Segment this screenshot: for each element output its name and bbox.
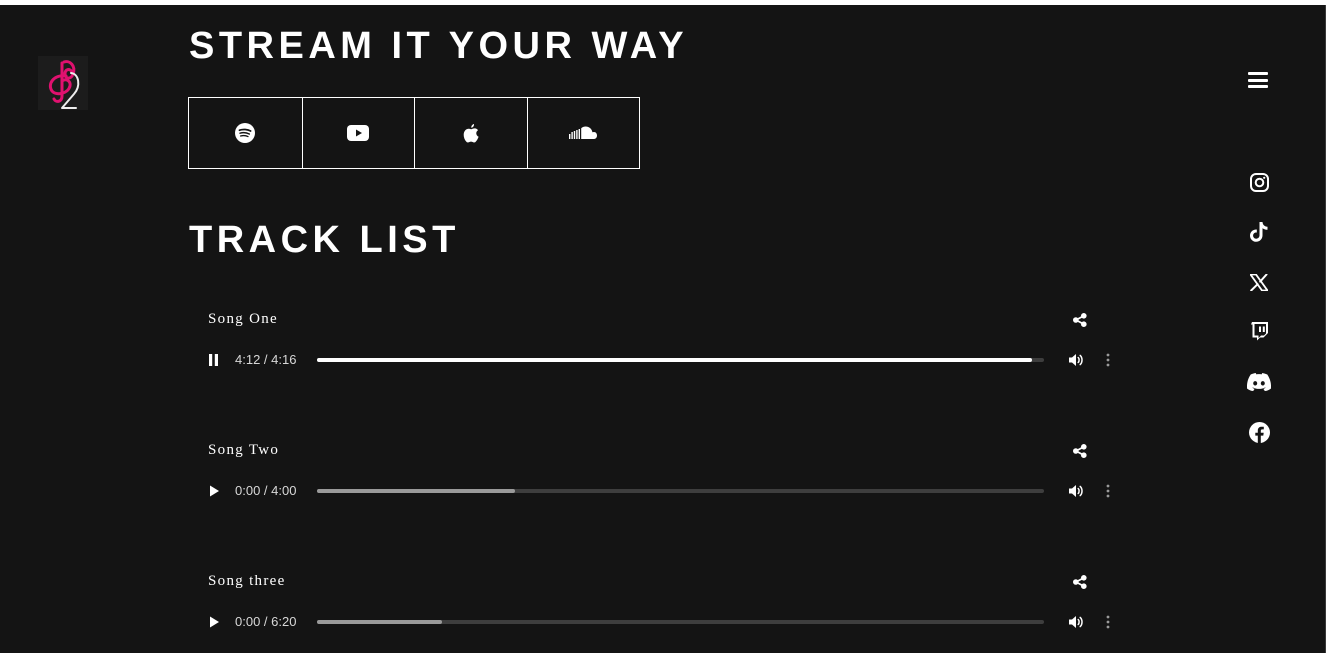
pause-icon — [209, 354, 218, 366]
menu-bar — [1248, 72, 1268, 75]
volume-icon — [1069, 616, 1083, 628]
time-display: 0:00 / 6:20 — [235, 614, 297, 629]
discord-icon — [1247, 373, 1271, 391]
x-link[interactable] — [1246, 269, 1272, 295]
play-button[interactable] — [207, 484, 221, 498]
play-icon — [210, 616, 219, 628]
share-button[interactable] — [1072, 312, 1088, 328]
x-icon — [1250, 273, 1268, 291]
audio-player: 4:12 / 4:16 — [200, 345, 1120, 375]
seek-buffered — [317, 620, 443, 624]
more-vertical-icon — [1106, 615, 1110, 629]
track-item: Song One 4:12 / 4:16 — [200, 311, 1120, 391]
play-button[interactable] — [207, 615, 221, 629]
seek-progress — [317, 358, 1033, 362]
tiktok-link[interactable] — [1246, 219, 1272, 245]
track-title: Song three — [208, 573, 286, 589]
seek-bar[interactable] — [317, 620, 1044, 624]
volume-button[interactable] — [1068, 352, 1084, 368]
menu-bar — [1248, 78, 1268, 82]
share-icon — [1073, 444, 1087, 458]
volume-button[interactable] — [1068, 614, 1084, 630]
share-icon — [1073, 575, 1087, 589]
instagram-icon — [1249, 172, 1269, 192]
more-options-button[interactable] — [1105, 614, 1111, 630]
twitch-link[interactable] — [1246, 319, 1272, 345]
seek-buffered — [317, 489, 516, 493]
more-vertical-icon — [1106, 353, 1110, 367]
pause-button[interactable] — [207, 353, 221, 367]
tiktok-icon — [1250, 222, 1268, 242]
apple-icon — [463, 123, 479, 143]
stream-heading: STREAM IT YOUR WAY — [189, 25, 689, 67]
volume-icon — [1069, 485, 1083, 497]
logo[interactable] — [38, 56, 88, 110]
track-list-heading: TRACK LIST — [189, 219, 460, 261]
track-title: Song Two — [208, 442, 280, 458]
menu-bar — [1248, 85, 1268, 88]
hamburger-menu-icon[interactable] — [1248, 72, 1268, 90]
share-button[interactable] — [1072, 443, 1088, 459]
spotify-link[interactable] — [189, 98, 303, 168]
apple-music-link[interactable] — [415, 98, 528, 168]
soundcloud-icon — [569, 126, 598, 139]
spotify-icon — [235, 123, 256, 143]
play-icon — [210, 485, 219, 497]
twitch-icon — [1251, 322, 1268, 341]
share-button[interactable] — [1072, 574, 1088, 590]
page: STREAM IT YOUR WAY TRACK LIST Song One 4… — [0, 5, 1326, 653]
track-title: Song One — [208, 311, 278, 327]
stream-platforms — [188, 97, 640, 169]
treble-clef-logo-icon — [38, 56, 88, 110]
volume-icon — [1069, 354, 1083, 366]
facebook-link[interactable] — [1246, 419, 1272, 445]
track-item: Song three 0:00 / 6:20 — [200, 573, 1120, 653]
discord-link[interactable] — [1246, 369, 1272, 395]
audio-player: 0:00 / 6:20 — [200, 607, 1120, 637]
time-display: 4:12 / 4:16 — [235, 352, 297, 367]
volume-button[interactable] — [1068, 483, 1084, 499]
seek-bar[interactable] — [317, 489, 1044, 493]
instagram-link[interactable] — [1246, 169, 1272, 195]
social-links — [1246, 169, 1272, 469]
track-item: Song Two 0:00 / 4:00 — [200, 442, 1120, 522]
facebook-icon — [1248, 421, 1270, 443]
more-vertical-icon — [1106, 484, 1110, 498]
audio-player: 0:00 / 4:00 — [200, 476, 1120, 506]
soundcloud-link[interactable] — [528, 98, 640, 168]
share-icon — [1073, 313, 1087, 327]
seek-bar[interactable] — [317, 358, 1044, 362]
more-options-button[interactable] — [1105, 352, 1111, 368]
youtube-icon — [347, 125, 370, 141]
time-display: 0:00 / 4:00 — [235, 483, 297, 498]
youtube-link[interactable] — [303, 98, 415, 168]
more-options-button[interactable] — [1105, 483, 1111, 499]
